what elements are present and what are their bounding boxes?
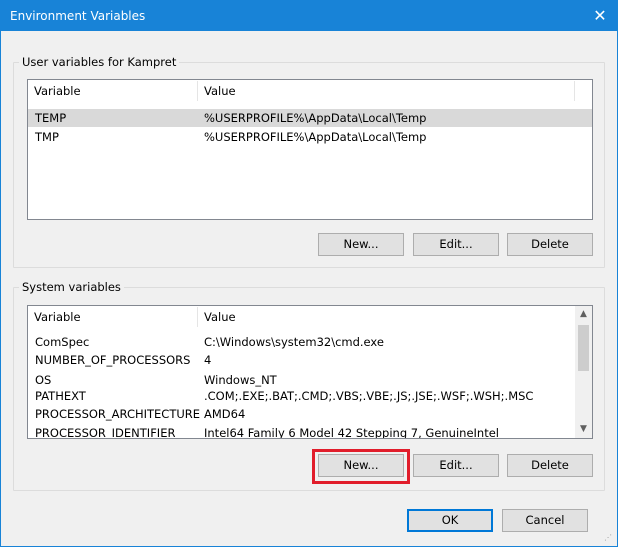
- table-row[interactable]: PROCESSOR_IDENTIFIER Intel64 Family 6 Mo…: [28, 424, 592, 439]
- system-new-button[interactable]: New...: [318, 454, 404, 477]
- variable-name: NUMBER_OF_PROCESSORS: [35, 353, 191, 367]
- column-header-value[interactable]: Value: [198, 306, 236, 328]
- column-header-variable[interactable]: Variable: [28, 80, 81, 102]
- variable-name: TMP: [35, 130, 59, 144]
- column-header-value[interactable]: Value: [198, 80, 236, 102]
- variable-value: C:\Windows\system32\cmd.exe: [204, 335, 384, 349]
- variable-value: AMD64: [204, 407, 246, 421]
- cancel-button[interactable]: Cancel: [502, 509, 588, 532]
- system-variables-label: System variables: [19, 280, 124, 294]
- resize-grip-icon[interactable]: ⋰: [604, 533, 614, 543]
- table-row[interactable]: NUMBER_OF_PROCESSORS 4: [28, 351, 592, 369]
- user-delete-button[interactable]: Delete: [507, 233, 593, 256]
- table-row[interactable]: PATHEXT .COM;.EXE;.BAT;.CMD;.VBS;.VBE;.J…: [28, 387, 592, 405]
- scrollbar-thumb[interactable]: [578, 325, 589, 371]
- title-bar[interactable]: Environment Variables ✕: [1, 1, 617, 31]
- system-variables-list[interactable]: Variable Value ComSpec C:\Windows\system…: [27, 305, 593, 439]
- system-edit-button[interactable]: Edit...: [413, 454, 499, 477]
- user-list-header: Variable Value: [28, 80, 592, 102]
- scroll-up-icon[interactable]: ▲: [575, 306, 592, 323]
- system-delete-button[interactable]: Delete: [507, 454, 593, 477]
- user-new-button[interactable]: New...: [318, 233, 404, 256]
- column-header-variable[interactable]: Variable: [28, 306, 81, 328]
- table-row[interactable]: PROCESSOR_ARCHITECTURE AMD64: [28, 405, 592, 423]
- variable-value: .COM;.EXE;.BAT;.CMD;.VBS;.VBE;.JS;.JSE;.…: [204, 389, 534, 403]
- variable-value: 4: [204, 353, 212, 367]
- window-title: Environment Variables: [10, 9, 146, 23]
- vertical-scrollbar[interactable]: ▲ ▼: [575, 306, 592, 438]
- variable-value: %USERPROFILE%\AppData\Local\Temp: [204, 111, 427, 125]
- user-variables-list[interactable]: Variable Value TEMP %USERPROFILE%\AppDat…: [27, 79, 593, 220]
- variable-name: PROCESSOR_IDENTIFIER: [35, 426, 176, 439]
- user-edit-button[interactable]: Edit...: [413, 233, 499, 256]
- variable-value: %USERPROFILE%\AppData\Local\Temp: [204, 130, 427, 144]
- ok-button[interactable]: OK: [407, 509, 493, 532]
- system-list-header: Variable Value: [28, 306, 592, 328]
- scroll-down-icon[interactable]: ▼: [575, 421, 592, 438]
- table-row[interactable]: ComSpec C:\Windows\system32\cmd.exe: [28, 333, 592, 351]
- user-variables-label: User variables for Kampret: [19, 55, 180, 69]
- table-row[interactable]: TEMP %USERPROFILE%\AppData\Local\Temp: [28, 109, 592, 127]
- column-separator[interactable]: [574, 81, 575, 101]
- variable-name: TEMP: [35, 111, 67, 125]
- variable-name: ComSpec: [35, 335, 90, 349]
- variable-name: PROCESSOR_ARCHITECTURE: [35, 407, 201, 421]
- variable-value: Intel64 Family 6 Model 42 Stepping 7, Ge…: [204, 426, 499, 439]
- table-row[interactable]: TMP %USERPROFILE%\AppData\Local\Temp: [28, 128, 592, 146]
- environment-variables-dialog: Environment Variables ✕ User variables f…: [0, 0, 618, 547]
- variable-name: PATHEXT: [35, 389, 86, 403]
- close-icon[interactable]: ✕: [583, 1, 617, 31]
